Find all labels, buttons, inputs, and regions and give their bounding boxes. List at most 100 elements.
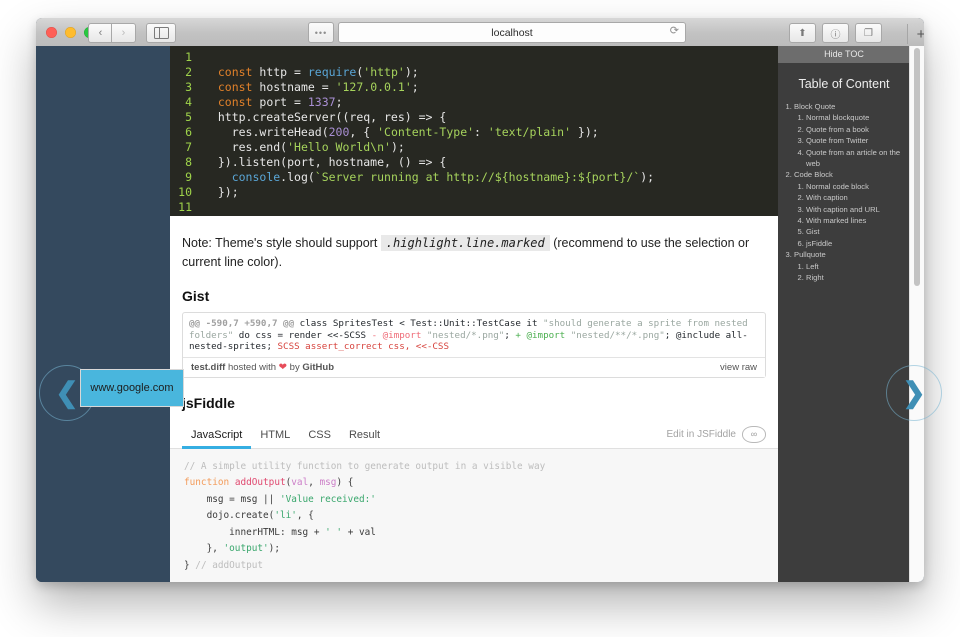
jsfiddle-code-line: // A simple utility function to generate… — [184, 460, 546, 472]
gist-filename[interactable]: test.diff — [191, 362, 225, 373]
gist-hosted-text: hosted with — [225, 361, 279, 373]
address-bar[interactable]: localhost ⟳ — [338, 22, 686, 43]
edit-in-jsfiddle[interactable]: Edit in JSFiddle ∞ — [666, 425, 766, 447]
jsfiddle-embed: JavaScript HTML CSS Result Edit in JSFiddle… — [170, 425, 778, 582]
gist-provider[interactable]: GitHub — [302, 362, 334, 373]
close-window-button[interactable] — [46, 27, 57, 38]
inline-code-selector: .highlight.line.marked — [380, 235, 550, 251]
toc-subitem[interactable]: With marked lines — [806, 215, 910, 226]
toc-subitem[interactable]: Gist — [806, 226, 910, 237]
code-line-text: console.log(`Server running at http://${… — [231, 170, 655, 184]
new-tab-button[interactable]: + — [907, 24, 924, 44]
minimize-window-button[interactable] — [65, 27, 76, 38]
section-heading-jsfiddle: jsFiddle — [182, 394, 235, 411]
diff-token: "nested/*.png" — [426, 329, 505, 341]
toc-subitem[interactable]: Quote from Twitter — [806, 135, 910, 146]
article-content: 12 const http = require('http'); 3 const … — [170, 46, 778, 582]
diff-token: do css = render <<-SCSS — [233, 329, 372, 341]
code-line-text: const http = require('http'); — [217, 65, 419, 79]
gist-embed: @@ -590,7 +590,7 @@ class SpritesTest < … — [182, 312, 766, 378]
gist-footer: test.diff hosted with ❤ by GitHub view r… — [183, 356, 765, 377]
link-preview-tooltip: www.google.com — [80, 369, 184, 407]
hide-toc-button[interactable]: Hide TOC — [778, 46, 910, 63]
jsfiddle-tab-html[interactable]: HTML — [251, 425, 299, 448]
toc-subitem[interactable]: Right — [806, 272, 910, 283]
page-scrollbar[interactable] — [909, 46, 924, 582]
address-bar-text: localhost — [491, 26, 533, 39]
diff-token: @@ -590,7 +590,7 @@ — [189, 318, 300, 329]
show-tabs-button[interactable]: ❐ — [855, 23, 882, 43]
toc-item-label: Block Quote — [794, 102, 836, 111]
next-page-arrow-button[interactable]: ❯ — [886, 365, 942, 421]
gist-view-raw-link[interactable]: view raw — [720, 362, 757, 373]
code-line-text: res.writeHead(200, { 'Content-Type': 'te… — [204, 125, 599, 139]
toc-subitem[interactable]: Quote from an article on the web — [806, 147, 910, 170]
code-line-text: const port = 1337; — [217, 95, 343, 109]
diff-token: "nested/**/*.png" — [570, 329, 665, 341]
toc-subitem[interactable]: With caption and URL — [806, 204, 910, 215]
jsfiddle-code-line: function addOutput(val, msg) { — [184, 477, 354, 489]
heart-icon: ❤ — [278, 361, 288, 373]
code-block-node-http: 12 const http = require('http'); 3 const … — [170, 46, 778, 216]
code-line: 6 res.writeHead(200, { 'Content-Type': '… — [170, 125, 778, 140]
reload-icon[interactable]: ⟳ — [670, 26, 679, 37]
edit-in-jsfiddle-label: Edit in JSFiddle — [666, 428, 736, 440]
jsfiddle-code-line: }, 'output'); — [184, 543, 280, 555]
toc-item[interactable]: PullquoteLeftRight — [794, 249, 910, 283]
note-prefix: Note: Theme's style should support — [182, 236, 381, 250]
toc-item[interactable]: Code BlockNormal code blockWith captionW… — [794, 169, 910, 249]
sidebar-icon — [153, 27, 169, 39]
jsfiddle-code-line: dojo.create('li', { — [184, 510, 314, 522]
gist-attribution: test.diff hosted with ❤ by GitHub — [191, 362, 334, 373]
jsfiddle-tab-javascript[interactable]: JavaScript — [182, 425, 252, 449]
back-button[interactable]: ‹ — [88, 23, 112, 43]
diff-token: class SpritesTest < Test::Unit::TestCase… — [299, 318, 544, 329]
link-preview-url: www.google.com — [90, 382, 174, 394]
reader-info-button[interactable]: ⓘ — [822, 23, 849, 43]
jsfiddle-tab-css[interactable]: CSS — [299, 425, 340, 448]
toc-list: Block QuoteNormal blockquoteQuote from a… — [778, 101, 910, 284]
smart-search-field[interactable]: ••• — [308, 22, 334, 43]
share-button[interactable]: ⬆ — [789, 23, 816, 43]
jsfiddle-code-pane[interactable]: // A simple utility function to generate… — [170, 448, 778, 582]
code-line-number: 1 — [185, 50, 192, 64]
toolbar-right-buttons: ⬆ ⓘ ❐ — [789, 23, 882, 43]
toc-subitem[interactable]: Quote from a book — [806, 124, 910, 135]
code-line: 9 console.log(`Server running at http://… — [170, 170, 778, 185]
toc-item[interactable]: Block QuoteNormal blockquoteQuote from a… — [794, 101, 910, 169]
toc-subitem[interactable]: Normal code block — [806, 181, 910, 192]
jsfiddle-code-line: msg = msg || 'Value received:' — [184, 493, 376, 505]
code-line: 4 const port = 1337; — [170, 95, 778, 110]
gist-by-text: by — [287, 361, 303, 373]
toc-sublist: LeftRight — [794, 261, 910, 284]
forward-button[interactable]: › — [111, 23, 136, 43]
jsfiddle-tabbar: JavaScript HTML CSS Result Edit in JSFiddle… — [170, 425, 778, 449]
code-line-number: 11 — [178, 200, 192, 214]
jsfiddle-code-line — [184, 575, 764, 582]
toc-sublist: Normal code blockWith captionWith captio… — [794, 181, 910, 249]
sidebar-toggle-button[interactable] — [146, 23, 176, 43]
toc-subitem[interactable]: Left — [806, 261, 910, 272]
code-line-number: 8 — [185, 155, 192, 169]
code-line-text: const hostname = '127.0.0.1'; — [217, 80, 419, 94]
chevron-right-icon: ❯ — [902, 377, 926, 408]
code-line-number: 3 — [185, 80, 192, 94]
jsfiddle-code-line: } // addOutput — [184, 560, 264, 572]
screenshot-root: ‹ › ••• localhost ⟳ ⬆ ⓘ ❐ + 1 2 const ht… — [0, 0, 960, 637]
code-line-text: }); — [204, 185, 239, 199]
note-paragraph: Note: Theme's style should support .high… — [170, 234, 778, 272]
jsfiddle-tab-result[interactable]: Result — [340, 425, 389, 448]
page-scrollbar-thumb[interactable] — [914, 48, 920, 286]
info-icon: ⓘ — [830, 29, 841, 41]
toc-subitem[interactable]: With caption — [806, 192, 910, 203]
code-line-number: 2 — [185, 65, 192, 79]
code-line: 2 const http = require('http'); — [170, 65, 778, 80]
chevron-left-icon: ❮ — [55, 377, 79, 408]
toc-subitem[interactable]: Normal blockquote — [806, 112, 910, 123]
code-line: 5 http.createServer((req, res) => { — [170, 110, 778, 125]
page-viewport: 12 const http = require('http'); 3 const … — [36, 46, 924, 582]
plus-icon: + — [916, 25, 924, 43]
diff-token: ; — [504, 329, 516, 341]
code-line-text: }).listen(port, hostname, () => { — [204, 155, 447, 169]
toc-subitem[interactable]: jsFiddle — [806, 238, 910, 249]
